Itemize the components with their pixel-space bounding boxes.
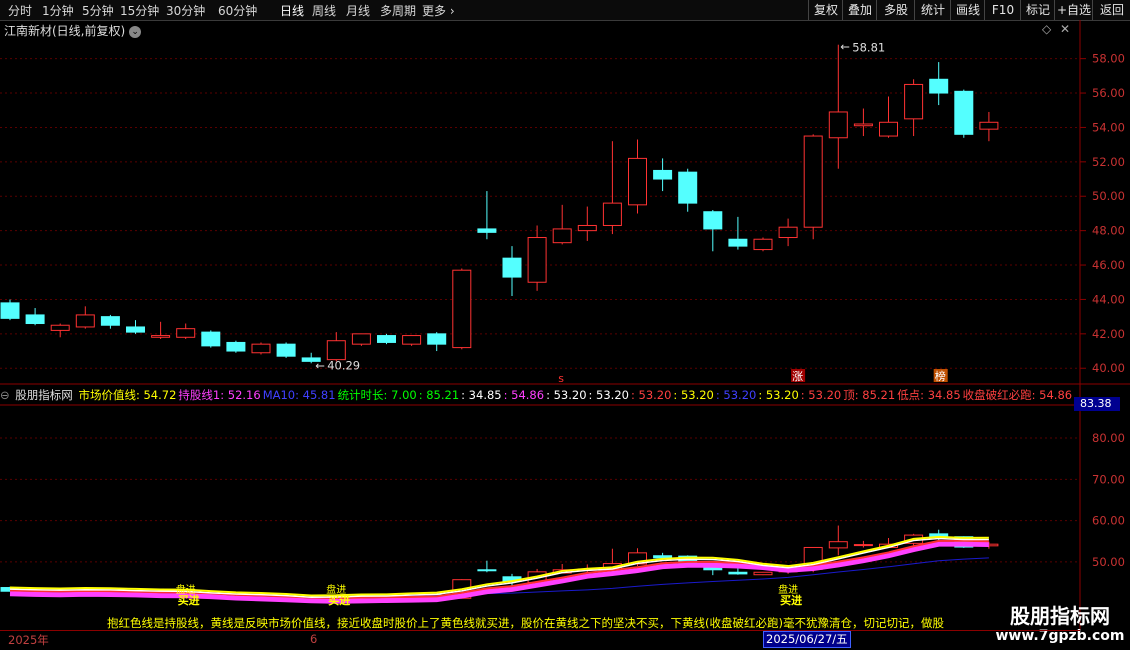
price-tick-label: 56.00 (1092, 86, 1125, 100)
candle-body (25, 314, 45, 325)
indicator-header: ⊖ 股朋指标网 市场价值线: 54.72 持股线1: 52.16 MA10: 45.… (0, 387, 1074, 402)
indicator-value-15: 低点: 34.85 (897, 388, 961, 402)
indicator-tick-label: 80.00 (1092, 431, 1125, 445)
indicator-value-1: 持股线1: 52.16 (178, 388, 261, 402)
price-tick-label: 58.00 (1092, 52, 1125, 66)
high-price-value: 58.81 (852, 41, 885, 55)
candle-body (527, 237, 547, 283)
candle-body (100, 316, 120, 326)
watermark-name: 股朋指标网 (1010, 604, 1110, 628)
indicator-value-6: : 54.86 (503, 388, 545, 402)
indicator-candle-body (477, 569, 497, 572)
candle-body (753, 238, 773, 251)
candle-body (502, 257, 522, 278)
indicator-value-10: : 53.20 (673, 388, 714, 402)
low-price-value: 40.29 (327, 358, 360, 372)
date-axis: 2025年 6 2025/06/27/五 (0, 630, 1080, 648)
signal-marker-s: s (558, 372, 564, 385)
candle-body (452, 269, 472, 349)
candle-body (828, 111, 848, 139)
candle-body (176, 328, 196, 338)
indicator-value-2: MA10: 45.81 (262, 388, 336, 402)
signal-marker-zhang: 涨 (792, 370, 803, 383)
candle-body (75, 314, 95, 328)
candle-body (201, 331, 221, 347)
price-tick-label: 52.00 (1092, 155, 1125, 169)
price-tick-label: 42.00 (1092, 327, 1125, 341)
buy-signal-label-top: 盘进 (326, 583, 346, 596)
candle-body (678, 171, 698, 204)
candle-body (326, 340, 346, 361)
candle-body (803, 135, 823, 228)
indicator-candle-body (728, 571, 748, 575)
candle-body (628, 157, 647, 206)
candle-body (351, 333, 371, 345)
candle-body (979, 121, 999, 130)
candle-body (879, 121, 898, 137)
chart-canvas: 58.00 56.00 54.00 52.00 50.00 48.00 46.00 44.00… (0, 20, 1130, 630)
candle-body (653, 169, 673, 180)
indicator-value-8: : 53.20 (588, 388, 629, 402)
price-tick-label: 46.00 (1092, 258, 1125, 272)
indicator-tick-label: 60.00 (1092, 514, 1125, 528)
date-cursor-label: 2025/06/27/五 (763, 631, 851, 648)
low-price-arrow: ← (315, 358, 325, 372)
indicator-candle-body (853, 544, 873, 547)
scrolling-hint-text: 抱红色线是持股线，黄线是反映市场价值线，接近收盘时股价上了黄色线就买进，股价在黄… (107, 616, 944, 630)
signal-marker-bang: 榜 (935, 369, 946, 383)
candle-body (904, 83, 924, 120)
candle-body (151, 335, 171, 338)
candle-body (276, 343, 296, 357)
candle-body (778, 226, 798, 239)
buy-signal-label-top: 盘进 (778, 583, 798, 596)
indicator-value-4: : 85.21 (418, 388, 460, 402)
high-price-label: ← (840, 40, 850, 54)
indicator-value-11: : 53.20 (715, 388, 757, 402)
candle-body (377, 335, 396, 343)
indicator-value-3: 统计时长: 7.00 (337, 388, 417, 402)
indicator-value-5: : 34.85 (461, 388, 502, 402)
candle-body (552, 228, 572, 244)
indicator-value-14: 顶: 85.21 (843, 388, 896, 402)
candle-body (226, 341, 246, 352)
indicator-tick-label: 70.00 (1092, 472, 1125, 486)
candle-body (703, 211, 723, 230)
indicator-candle-body (753, 571, 773, 576)
indicator-candle-body (828, 541, 848, 549)
indicator-value-7: : 53.20 (546, 388, 587, 402)
price-tick-label: 40.00 (1092, 361, 1125, 375)
candle-body (728, 238, 748, 247)
candle-body (126, 326, 145, 333)
buy-signal-label-top: 盘进 (176, 583, 196, 596)
candle-body (402, 335, 422, 345)
indicator-value-16: 收盘破红必跑: 54.86 (962, 388, 1073, 402)
indicator-value-0: 市场价值线: 54.72 (78, 388, 177, 402)
date-axis-month: 6 (310, 632, 318, 646)
candle-body (602, 202, 622, 226)
indicator-candle-body (653, 555, 673, 559)
indicator-tick-label: 50.00 (1092, 555, 1125, 569)
price-tick-label: 48.00 (1092, 224, 1125, 238)
indicator-collapse-icon[interactable]: ⊖ (0, 388, 10, 402)
price-tick-label: 50.00 (1092, 189, 1125, 203)
indicator-name[interactable]: 股朋指标网 (15, 388, 73, 402)
indicator-value-9: : 53.20 (630, 388, 672, 402)
candle-body (251, 343, 271, 354)
candle-body (427, 333, 447, 345)
date-axis-year: 2025年 (8, 633, 49, 647)
candle-body (929, 78, 949, 94)
indicator-value-12: : 53.20 (758, 388, 799, 402)
candle-body (577, 224, 597, 232)
candle-body (0, 302, 20, 319)
candle-body (954, 90, 974, 135)
candle-body (477, 228, 497, 233)
candle-body (50, 324, 70, 331)
candle-body (853, 123, 873, 127)
current-value-badge: 83.38 (1074, 397, 1120, 411)
indicator-value-13: : 53.20 (800, 388, 842, 402)
price-tick-label: 54.00 (1092, 120, 1125, 134)
price-tick-label: 44.00 (1092, 292, 1125, 306)
